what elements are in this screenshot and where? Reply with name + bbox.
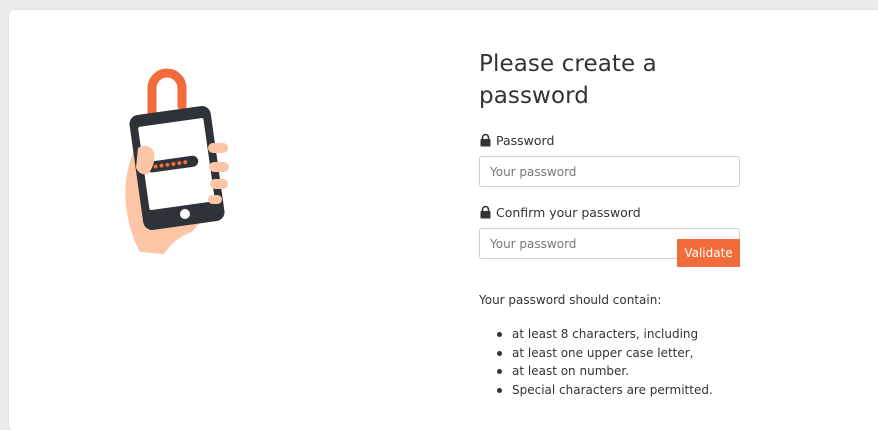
confirm-password-label-row: Confirm your password xyxy=(479,203,741,221)
finger-4 xyxy=(208,195,222,204)
list-item: at least one upper case letter, xyxy=(497,344,812,363)
password-label: Password xyxy=(496,132,555,148)
password-input[interactable] xyxy=(479,156,740,187)
finger-1 xyxy=(208,143,228,153)
requirements-list: at least 8 characters, including at leas… xyxy=(479,325,812,399)
validate-button[interactable]: Validate xyxy=(677,239,740,267)
finger-2 xyxy=(209,162,229,172)
list-item: Special characters are permitted. xyxy=(497,381,812,400)
requirements-intro: Your password should contain: xyxy=(479,293,662,307)
lock-icon xyxy=(480,205,491,219)
list-item: at least on number. xyxy=(497,362,812,381)
home-button xyxy=(180,209,190,219)
finger-3 xyxy=(210,179,228,189)
password-card: Please create a password Password Confir… xyxy=(9,10,878,430)
list-item: at least 8 characters, including xyxy=(497,325,812,344)
lock-icon xyxy=(480,133,491,147)
page-title: Please create a password xyxy=(479,51,657,109)
password-label-row: Password xyxy=(479,131,741,149)
password-form: Please create a password Password Confir… xyxy=(479,48,741,397)
phone-padlock-illustration xyxy=(125,68,229,254)
confirm-password-label: Confirm your password xyxy=(496,204,641,220)
